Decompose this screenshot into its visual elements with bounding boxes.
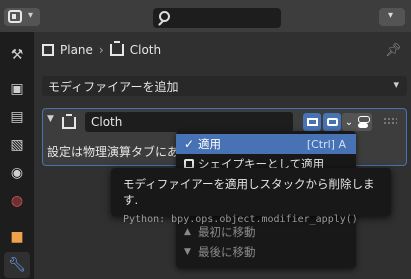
world-icon: ◍ [10, 193, 24, 209]
cloth-icon [62, 114, 76, 129]
monitor-icon [306, 118, 318, 126]
menu-item-apply[interactable]: ✓ 適用 [Ctrl] A [176, 134, 356, 154]
triangle-up-icon: ▲ [184, 227, 191, 237]
add-modifier-dropdown[interactable]: モディファイアーを追加 ▾ [42, 76, 407, 96]
scene-tab[interactable]: ◉ [4, 160, 30, 186]
breadcrumb-object: Plane [60, 43, 93, 57]
tooltip: モディファイアーを適用しスタックから削除します. Python: bpy.ops… [111, 168, 391, 225]
tooltip-description: モディファイアーを適用しスタックから削除します. [123, 177, 375, 207]
chevron-down-icon: ⌄ [344, 116, 354, 128]
menu-item-label: 最初に移動 [198, 225, 256, 239]
object-tab[interactable]: ■ [4, 224, 30, 250]
tooltip-python: Python: bpy.ops.object.modifier_apply() [123, 214, 358, 225]
editor-type-button[interactable]: ▾ [4, 8, 40, 26]
properties-editor-icon [8, 10, 22, 23]
menu-item-label: 適用 [198, 137, 221, 151]
search-input[interactable] [153, 8, 281, 28]
render-tab[interactable]: ▣ [4, 76, 30, 102]
menu-item-label: 最後に移動 [198, 245, 256, 259]
modifier-toggle[interactable] [354, 113, 372, 131]
tool-icon: ⚒ [10, 47, 24, 63]
options-menu-button[interactable]: ▾ [379, 8, 405, 26]
menu-item-shortcut: [Ctrl] A [306, 137, 346, 151]
menu-item-move-last[interactable]: ▼ 最後に移動 [176, 242, 356, 262]
collapse-triangle-icon[interactable]: ▼ [47, 114, 54, 124]
cloth-icon [109, 41, 124, 56]
world-tab[interactable]: ◍ [4, 188, 30, 214]
triangle-down-icon: ▼ [184, 247, 191, 257]
output-icon: ▤ [10, 109, 24, 125]
render-icon: ▣ [10, 81, 24, 97]
breadcrumb: Plane › Cloth [42, 40, 161, 60]
object-icon: ■ [10, 229, 24, 245]
view-layer-tab[interactable]: ▧ [4, 132, 30, 158]
object-data-icon [42, 44, 54, 56]
scene-icon: ◉ [10, 165, 24, 181]
viewport-display-toggle[interactable] [303, 113, 321, 131]
checkmark-icon: ✓ [184, 137, 195, 151]
camera-icon [326, 118, 338, 126]
breadcrumb-separator: › [98, 43, 104, 57]
output-tab[interactable]: ▤ [4, 104, 30, 130]
properties-tab-strip: ⚒ ▣ ▤ ▧ ◉ ◍ ■ 🔧︎ [0, 32, 34, 279]
menu-item-move-first[interactable]: ▲ 最初に移動 [176, 222, 356, 242]
modifier-icon: 🔧︎ [8, 257, 26, 273]
breadcrumb-modifier: Cloth [129, 43, 162, 57]
pin-icon[interactable]: 📌︎ [385, 43, 402, 58]
modifier-tab[interactable]: 🔧︎ [4, 252, 30, 278]
render-display-toggle[interactable] [323, 113, 341, 131]
tool-tab[interactable]: ⚒ [4, 42, 30, 68]
properties-header: ▾ ▾ [0, 0, 411, 32]
chevron-down-icon: ▾ [28, 10, 34, 21]
modifier-info-text: 設定は物理演算タブにあります [47, 145, 177, 159]
drag-handle-icon[interactable] [383, 117, 397, 125]
chevron-down-icon: ▾ [388, 10, 394, 21]
modifier-name-field[interactable]: Cloth [85, 112, 293, 132]
chevron-down-icon: ▾ [393, 78, 399, 91]
add-modifier-label: モディファイアーを追加 [48, 79, 179, 94]
view-layer-icon: ▧ [10, 137, 24, 153]
search-icon [159, 11, 170, 22]
